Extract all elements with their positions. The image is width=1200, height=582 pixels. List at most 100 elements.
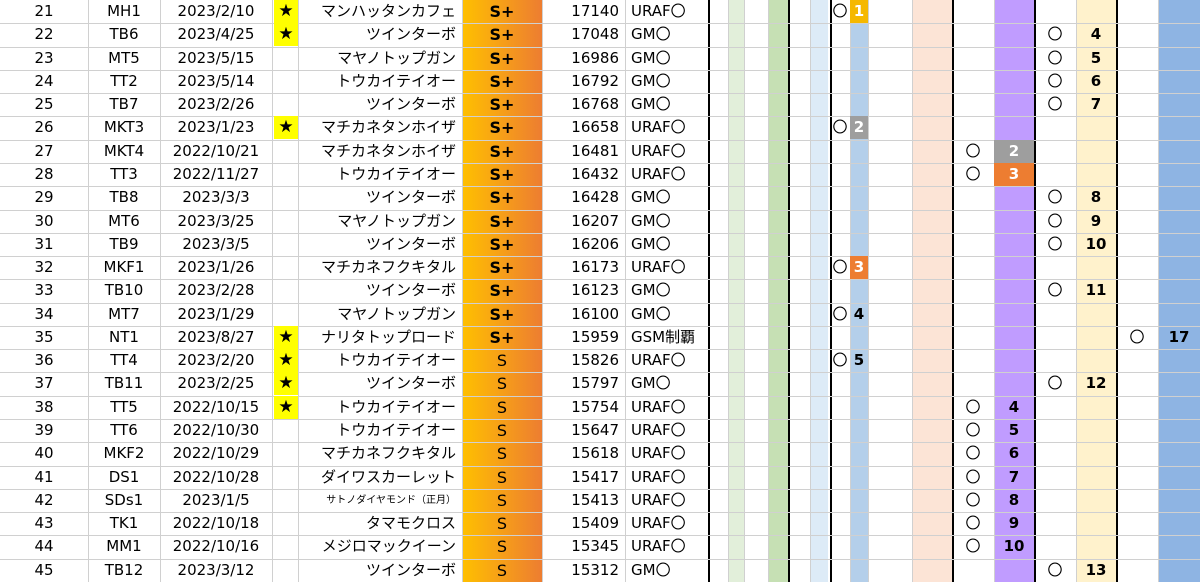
horse-code: NT1	[109, 328, 139, 346]
score-cell: 16100	[571, 305, 619, 323]
horse-code: TT4	[110, 351, 138, 369]
check-mark: 〇	[1047, 188, 1063, 206]
horse-code: SDs1	[104, 491, 144, 509]
horse-code: MKF2	[103, 444, 145, 462]
score-cell: 15647	[571, 421, 619, 439]
condition-cell: GM〇	[631, 212, 671, 230]
rank-number: 7	[1090, 95, 1102, 113]
score-cell: 16428	[571, 188, 619, 206]
horse-name: ツインターボ	[365, 561, 456, 579]
horse-code: MT6	[108, 212, 140, 230]
blue-right-column-band	[1158, 0, 1200, 582]
rank-number: 2	[850, 116, 868, 139]
grade-cell: S+	[489, 49, 515, 68]
score-cell: 16173	[571, 258, 619, 276]
rank-number: 13	[1085, 561, 1107, 579]
rank-number: 9	[1008, 514, 1020, 532]
date-cell: 2022/10/18	[172, 514, 260, 532]
score-cell: 17048	[571, 25, 619, 43]
column-divider	[788, 0, 790, 582]
grade-cell: S	[496, 398, 508, 417]
row-number: 34	[34, 305, 54, 323]
horse-name: マチカネタンホイザ	[320, 118, 456, 136]
date-cell: 2023/2/10	[177, 2, 255, 20]
spreadsheet-grid[interactable]: 21 MH1 2023/2/10 ★ マンハッタンカフェ S+ 17140 URAF〇〇 1 22…	[0, 0, 1200, 582]
row-number: 41	[34, 468, 54, 486]
condition-cell: URAF〇	[631, 514, 686, 532]
horse-name: トウカイテイオー	[336, 398, 456, 416]
condition-cell: URAF〇	[631, 468, 686, 486]
column-divider	[1116, 0, 1118, 582]
condition-cell: GM〇	[631, 374, 671, 392]
blue-column-band	[850, 0, 868, 582]
date-cell: 2022/10/30	[172, 421, 260, 439]
grade-cell: S	[496, 491, 508, 510]
horse-code: MM1	[106, 537, 142, 555]
score-cell: 15413	[571, 491, 619, 509]
score-cell: 16768	[571, 95, 619, 113]
grade-cell: S+	[489, 72, 515, 91]
horse-name: ツインターボ	[365, 95, 456, 113]
row-number: 43	[34, 514, 54, 532]
date-cell: 2022/10/21	[172, 142, 260, 160]
check-mark: 〇	[1047, 561, 1063, 579]
check-mark: 〇	[832, 2, 848, 20]
rank-number: 11	[1085, 281, 1107, 299]
score-cell: 15959	[571, 328, 619, 346]
horse-code: TB9	[109, 235, 139, 253]
check-mark: 〇	[965, 444, 981, 462]
check-mark: 〇	[965, 142, 981, 160]
condition-cell: URAF〇	[631, 421, 686, 439]
condition-cell: GM〇	[631, 95, 671, 113]
row-number: 38	[34, 398, 54, 416]
horse-name: マンハッタンカフェ	[320, 2, 456, 20]
column-gridline	[868, 0, 869, 582]
horse-name: ツインターボ	[365, 235, 456, 253]
star-mark: ★	[274, 349, 298, 372]
row-number: 40	[34, 444, 54, 462]
row-number: 22	[34, 25, 54, 43]
rank-number: 7	[1008, 468, 1020, 486]
score-cell: 15312	[571, 561, 619, 579]
horse-code: MKF1	[103, 258, 145, 276]
horse-code: TK1	[109, 514, 139, 532]
horse-code: DS1	[108, 468, 140, 486]
condition-cell: URAF〇	[631, 2, 686, 20]
condition-cell: GM〇	[631, 72, 671, 90]
horse-code: TT3	[110, 165, 138, 183]
condition-cell: URAF〇	[631, 444, 686, 462]
score-cell: 16481	[571, 142, 619, 160]
grade-cell: S+	[489, 165, 515, 184]
horse-name: マチカネフクキタル	[320, 444, 456, 462]
blue-light-column-band	[810, 0, 828, 582]
column-gridline	[272, 0, 273, 582]
grade-cell: S+	[489, 281, 515, 300]
horse-name: ツインターボ	[365, 281, 456, 299]
condition-cell: URAF〇	[631, 398, 686, 416]
rank-number: 10	[1085, 235, 1107, 253]
horse-name: マチカネタンホイザ	[320, 142, 456, 160]
row-number: 32	[34, 258, 54, 276]
check-mark: 〇	[965, 398, 981, 416]
horse-name: ナリタトップロード	[320, 328, 456, 346]
row-number: 28	[34, 165, 54, 183]
condition-cell: GSM制覇	[631, 328, 696, 346]
score-cell: 15618	[571, 444, 619, 462]
horse-name: ツインターボ	[365, 25, 456, 43]
date-cell: 2023/2/28	[177, 281, 255, 299]
grade-cell: S+	[489, 2, 515, 21]
condition-cell: URAF〇	[631, 118, 686, 136]
condition-cell: GM〇	[631, 188, 671, 206]
check-mark: 〇	[965, 468, 981, 486]
rank-number: 12	[1085, 374, 1107, 392]
date-cell: 2022/10/28	[172, 468, 260, 486]
check-mark: 〇	[832, 258, 848, 276]
row-number: 37	[34, 374, 54, 392]
row-number: 27	[34, 142, 54, 160]
horse-code: TB11	[104, 374, 144, 392]
horse-name: マチカネフクキタル	[320, 258, 456, 276]
horse-code: TT6	[110, 421, 138, 439]
check-mark: 〇	[1129, 328, 1145, 346]
date-cell: 2023/1/5	[182, 491, 250, 509]
rank-number: 2	[994, 140, 1034, 163]
